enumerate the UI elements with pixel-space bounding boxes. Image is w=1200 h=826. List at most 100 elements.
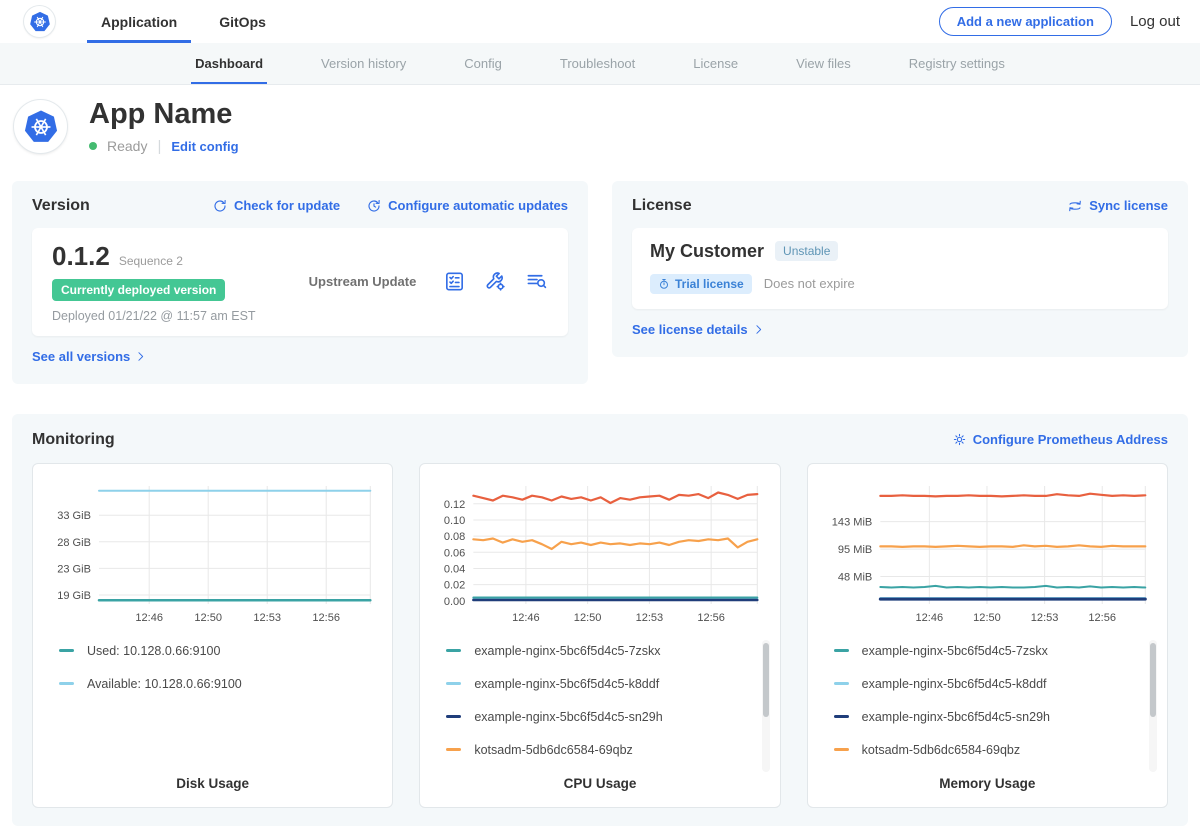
legend-item[interactable]: example-nginx-5bc6f5d4c5-k8ddf (834, 677, 1153, 691)
see-all-versions-label: See all versions (32, 349, 130, 364)
tab-version-history[interactable]: Version history (321, 43, 406, 84)
cpu-usage-legend: example-nginx-5bc6f5d4c5-7zskx example-ng… (434, 634, 765, 764)
svg-text:143 MiB: 143 MiB (831, 517, 872, 529)
svg-text:48 MiB: 48 MiB (838, 571, 872, 583)
memory-usage-legend: example-nginx-5bc6f5d4c5-7zskx example-ng… (822, 634, 1153, 764)
svg-text:28 GiB: 28 GiB (57, 537, 91, 549)
legend-label: example-nginx-5bc6f5d4c5-sn29h (474, 710, 662, 724)
memory-usage-chart-card: 48 MiB95 MiB143 MiB12:4612:5012:5312:56 … (807, 463, 1168, 808)
sync-license-link[interactable]: Sync license (1067, 198, 1168, 214)
version-card: Version Check for update Configure autom… (12, 181, 588, 384)
edit-config-icon[interactable] (484, 270, 507, 293)
page-title: App Name (89, 99, 239, 131)
tab-view-files-label: View files (796, 56, 851, 71)
refresh-icon (212, 198, 228, 214)
legend-dash-icon (446, 649, 461, 652)
divider: | (157, 138, 161, 155)
tab-license[interactable]: License (693, 43, 738, 84)
svg-text:0.04: 0.04 (444, 563, 465, 575)
sync-icon (1067, 198, 1083, 214)
svg-text:12:56: 12:56 (698, 612, 726, 624)
legend-dash-icon (446, 748, 461, 751)
chevron-right-icon (134, 350, 147, 363)
legend-dash-icon (59, 682, 74, 685)
tab-application-label: Application (101, 14, 177, 30)
monitoring-heading: Monitoring (32, 431, 115, 449)
tab-config[interactable]: Config (464, 43, 502, 84)
top-nav: Application GitOps Add a new application… (0, 0, 1200, 43)
stopwatch-icon (658, 278, 670, 290)
status-text: Ready (107, 138, 147, 154)
license-heading: License (632, 197, 692, 215)
legend-item[interactable]: example-nginx-5bc6f5d4c5-sn29h (834, 710, 1153, 724)
tab-config-label: Config (464, 56, 502, 71)
legend-label: Available: 10.128.0.66:9100 (87, 677, 242, 691)
scrollbar-thumb[interactable] (763, 643, 769, 717)
svg-text:12:56: 12:56 (312, 612, 340, 624)
tab-gitops[interactable]: GitOps (205, 0, 280, 43)
tab-troubleshoot[interactable]: Troubleshoot (560, 43, 635, 84)
tab-version-history-label: Version history (321, 56, 406, 71)
svg-text:0.02: 0.02 (444, 580, 465, 592)
app-sub-nav: Dashboard Version history Config Trouble… (0, 43, 1200, 85)
configure-automatic-updates-link[interactable]: Configure automatic updates (366, 198, 568, 214)
see-all-versions-link[interactable]: See all versions (32, 349, 147, 364)
app-icon (14, 100, 67, 153)
chart-title: Disk Usage (47, 776, 378, 791)
configure-automatic-updates-label: Configure automatic updates (388, 198, 568, 213)
legend-scrollbar[interactable] (762, 640, 770, 772)
memory-usage-chart[interactable]: 48 MiB95 MiB143 MiB12:4612:5012:5312:56 (822, 478, 1153, 628)
scrollbar-thumb[interactable] (1150, 643, 1156, 717)
svg-text:0.12: 0.12 (444, 499, 465, 511)
legend-label: kotsadm-5db6dc6584-69qbz (862, 743, 1020, 757)
cpu-usage-chart[interactable]: 0.000.020.040.060.080.100.1212:4612:5012… (434, 478, 765, 628)
legend-item[interactable]: example-nginx-5bc6f5d4c5-7zskx (446, 644, 765, 658)
svg-text:0.06: 0.06 (444, 547, 465, 559)
svg-text:12:50: 12:50 (574, 612, 602, 624)
tab-view-files[interactable]: View files (796, 43, 851, 84)
legend-item[interactable]: kotsadm-5db6dc6584-69qbz (834, 743, 1153, 757)
tab-registry-settings[interactable]: Registry settings (909, 43, 1005, 84)
svg-text:0.08: 0.08 (444, 531, 465, 543)
add-new-application-button[interactable]: Add a new application (939, 7, 1112, 36)
edit-config-link[interactable]: Edit config (171, 139, 238, 154)
preflight-checks-icon[interactable] (443, 270, 466, 293)
deploy-logs-icon[interactable] (525, 270, 548, 293)
gear-icon (952, 432, 967, 447)
legend-item[interactable]: example-nginx-5bc6f5d4c5-sn29h (446, 710, 765, 724)
disk-usage-chart[interactable]: 19 GiB23 GiB28 GiB33 GiB12:4612:5012:531… (47, 478, 378, 628)
legend-item[interactable]: example-nginx-5bc6f5d4c5-k8ddf (446, 677, 765, 691)
check-for-update-link[interactable]: Check for update (212, 198, 340, 214)
svg-text:23 GiB: 23 GiB (57, 563, 91, 575)
svg-text:33 GiB: 33 GiB (57, 510, 91, 522)
primary-tabs: Application GitOps (87, 0, 294, 43)
legend-item[interactable]: Used: 10.128.0.66:9100 (59, 644, 378, 658)
svg-text:19 GiB: 19 GiB (57, 590, 91, 602)
legend-label: example-nginx-5bc6f5d4c5-7zskx (862, 644, 1048, 658)
legend-item[interactable]: kotsadm-5db6dc6584-69qbz (446, 743, 765, 757)
see-license-details-label: See license details (632, 322, 748, 337)
legend-label: example-nginx-5bc6f5d4c5-k8ddf (474, 677, 659, 691)
svg-text:12:46: 12:46 (135, 612, 163, 624)
tab-application[interactable]: Application (87, 0, 191, 43)
logout-link[interactable]: Log out (1130, 13, 1180, 30)
tab-dashboard-label: Dashboard (195, 56, 263, 71)
svg-text:12:50: 12:50 (973, 612, 1001, 624)
app-header: App Name Ready | Edit config (0, 85, 1200, 167)
legend-item[interactable]: Available: 10.128.0.66:9100 (59, 677, 378, 691)
tab-dashboard[interactable]: Dashboard (195, 43, 263, 84)
version-sequence: Sequence 2 (119, 254, 183, 268)
cpu-usage-chart-card: 0.000.020.040.060.080.100.1212:4612:5012… (419, 463, 780, 808)
legend-item[interactable]: example-nginx-5bc6f5d4c5-7zskx (834, 644, 1153, 658)
tab-gitops-label: GitOps (219, 14, 266, 30)
deployed-timestamp: Deployed 01/21/22 @ 11:57 am EST (52, 309, 282, 323)
legend-scrollbar[interactable] (1149, 640, 1157, 772)
configure-prometheus-link[interactable]: Configure Prometheus Address (952, 432, 1168, 447)
customer-name: My Customer (650, 241, 764, 262)
svg-text:12:53: 12:53 (1030, 612, 1058, 624)
sync-license-label: Sync license (1089, 198, 1168, 213)
svg-text:12:53: 12:53 (253, 612, 281, 624)
legend-label: example-nginx-5bc6f5d4c5-sn29h (862, 710, 1050, 724)
legend-label: example-nginx-5bc6f5d4c5-7zskx (474, 644, 660, 658)
see-license-details-link[interactable]: See license details (632, 322, 765, 337)
